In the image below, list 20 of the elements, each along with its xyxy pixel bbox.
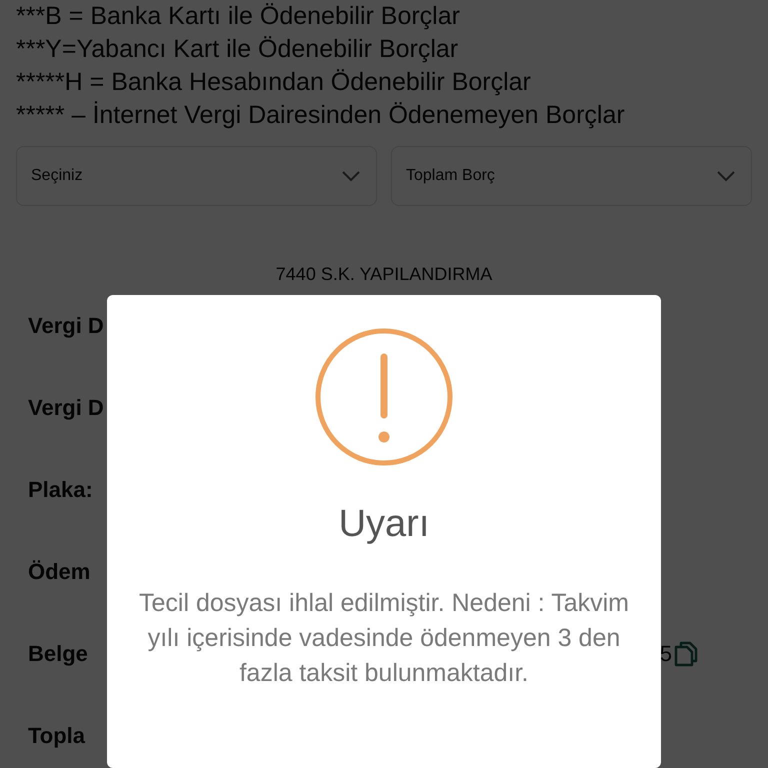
dialog-message: Tecil dosyası ihlal edilmiştir. Nedeni : Takvim yılı içerisinde vadesinde ödenmeyen 3 den fazla taksit bulunmaktadır. bbox=[139, 588, 629, 689]
dropdown-field[interactable]: Toplam Borç bbox=[391, 146, 752, 206]
field-value: 5 bbox=[660, 641, 672, 667]
legend-text: ***B = Banka Kartı ile Ödenebilir Borçlar bbox=[16, 1, 461, 32]
copy-icon[interactable] bbox=[674, 641, 698, 667]
field-label: Topla bbox=[28, 723, 86, 749]
dialog-title: Uyarı bbox=[338, 503, 430, 546]
section-title: 7440 S.K. YAPILANDIRMA bbox=[274, 264, 494, 285]
legend-text: ***** – İnternet Vergi Dairesinden Ödenemeyen Borçlar bbox=[16, 100, 626, 131]
legend-text: ***Y=Yabancı Kart ile Ödenebilir Borçlar bbox=[16, 34, 460, 65]
field-label: Ödem bbox=[28, 559, 90, 585]
legend-text: *****H = Banka Hesabından Ödenebilir Borçlar bbox=[16, 67, 532, 98]
chevron-down-icon bbox=[717, 170, 735, 182]
field-label: Plaka: bbox=[28, 477, 93, 503]
field-label: Vergi D bbox=[28, 313, 104, 339]
dropdown-field[interactable]: Seçiniz bbox=[16, 146, 377, 206]
warning-icon bbox=[314, 327, 454, 467]
chevron-down-icon bbox=[342, 170, 360, 182]
field-label: Belge bbox=[28, 641, 88, 667]
field-label: Vergi D bbox=[28, 395, 104, 421]
